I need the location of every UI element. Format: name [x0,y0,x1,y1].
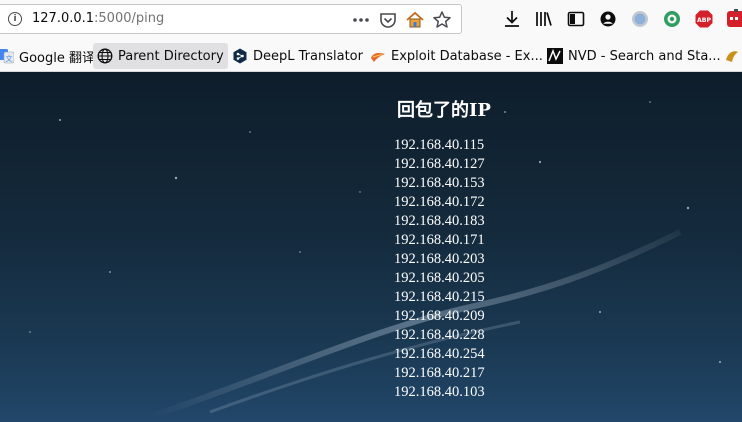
bookmark-label: DeepL Translator [253,48,363,64]
extension-icon[interactable] [662,9,682,29]
navigation-toolbar: i 127.0.0.1:5000/ping ABP [0,0,742,40]
bookmark-label: Google 翻译 [19,50,95,66]
page-actions-icon[interactable] [351,10,371,30]
url-path: :5000/ping [94,11,165,26]
ip-list-item: 192.168.40.115 [394,137,485,153]
home-icon[interactable] [405,10,425,30]
adblock-plus-icon[interactable]: ABP [694,9,714,29]
site-info-icon[interactable]: i [8,12,22,26]
ip-list: 192.168.40.115 192.168.40.127 192.168.40… [394,136,485,402]
bookmark-favicon-icon [726,51,738,62]
bookmark-parent-directory[interactable]: Parent Directory [93,43,228,69]
ip-list-item: 192.168.40.203 [394,251,485,267]
ip-list-item: 192.168.40.228 [394,327,485,343]
exploit-db-icon [371,53,385,62]
nvd-icon [547,48,563,64]
bookmark-nvd[interactable]: NVD - Search and Sta... [543,43,725,69]
ip-list-item: 192.168.40.153 [394,175,485,191]
page-title: 回包了的IP [397,100,491,121]
download-icon[interactable] [502,9,522,29]
bookmark-label: Parent Directory [118,48,224,64]
bookmark-overflow[interactable] [720,43,742,69]
ip-list-item: 192.168.40.215 [394,289,485,305]
bookmarks-toolbar: 文 Google 翻译 Parent Directory DeepL Trans… [0,40,742,72]
google-translate-icon: 文 [0,49,14,64]
library-icon[interactable] [534,9,554,29]
bookmark-exploit-database[interactable]: Exploit Database - Ex... [366,43,547,69]
url-bar[interactable]: i 127.0.0.1:5000/ping [0,4,462,34]
globe-icon [97,48,113,64]
sidebar-icon[interactable] [566,9,586,29]
extension-icon[interactable] [630,9,650,29]
ip-list-item: 192.168.40.254 [394,346,485,362]
url-host: 127.0.0.1 [32,11,95,26]
extension-icon[interactable] [726,9,742,29]
url-text[interactable]: 127.0.0.1:5000/ping [32,11,164,26]
svg-text:文: 文 [6,54,13,63]
page-content: 回包了的IP 192.168.40.115 192.168.40.127 192… [0,72,742,422]
ip-list-item: 192.168.40.171 [394,232,485,248]
bookmark-label: NVD - Search and Sta... [568,48,721,64]
ip-list-item: 192.168.40.205 [394,270,485,286]
ip-list-item: 192.168.40.209 [394,308,485,324]
deepl-icon [233,48,247,64]
ip-list-item: 192.168.40.172 [394,194,485,210]
bookmark-deepl[interactable]: DeepL Translator [228,43,367,69]
ip-list-item: 192.168.40.127 [394,156,485,172]
bookmark-google-translate[interactable]: 文 Google 翻译 [0,43,99,69]
browser-window: i 127.0.0.1:5000/ping ABP 文 Google 翻译 Pa… [0,0,742,422]
pocket-icon[interactable] [378,10,398,30]
account-icon[interactable] [598,9,618,29]
adblock-label: ABP [697,17,712,24]
ip-list-item: 192.168.40.103 [394,384,485,400]
bookmark-label: Exploit Database - Ex... [391,48,543,64]
bookmark-star-icon[interactable] [432,10,452,30]
ip-list-item: 192.168.40.217 [394,365,485,381]
ip-list-item: 192.168.40.183 [394,213,485,229]
starry-sky-background [29,101,721,420]
